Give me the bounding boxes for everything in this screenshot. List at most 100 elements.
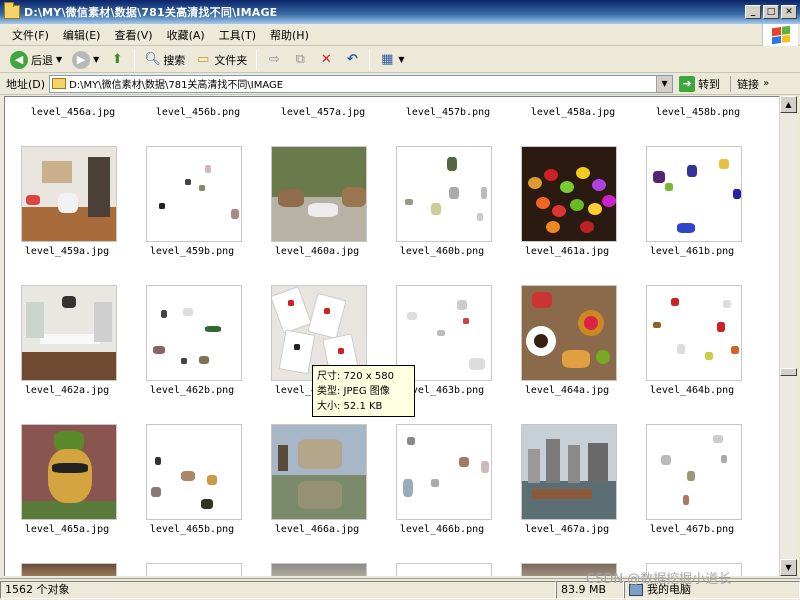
search-button[interactable]: 🔍︎ 搜索: [140, 50, 189, 70]
thumbnail: [521, 424, 617, 520]
file-label: level_467a.jpg: [524, 524, 610, 535]
search-label: 搜索: [163, 53, 186, 67]
file-item[interactable]: level_459b.png: [140, 146, 250, 281]
back-button[interactable]: ◀ 后退 ▼: [6, 49, 66, 71]
thumbnail: [146, 146, 242, 242]
file-label: level_462a.jpg: [24, 385, 110, 396]
windows-logo-icon: [762, 24, 798, 46]
links-button[interactable]: 链接: [730, 75, 759, 92]
file-label[interactable]: level_458a.jpg: [515, 107, 631, 118]
thumbnail: [21, 424, 117, 520]
thumbnail: [271, 146, 367, 242]
scroll-thumb[interactable]: [780, 368, 797, 376]
menu-favorites[interactable]: 收藏(A): [161, 25, 213, 45]
close-button[interactable]: ✕: [781, 5, 797, 19]
chevron-right-icon[interactable]: »: [763, 78, 769, 89]
file-item[interactable]: level_459a.jpg: [15, 146, 125, 281]
file-label: level_465b.png: [149, 524, 235, 535]
move-to-icon: ⇨: [268, 51, 280, 67]
file-label: level_459a.jpg: [24, 246, 110, 257]
file-item[interactable]: level_467a.jpg: [515, 424, 625, 559]
menu-edit[interactable]: 编辑(E): [57, 25, 109, 45]
file-label[interactable]: level_458b.png: [640, 107, 756, 118]
thumbnail: [21, 285, 117, 381]
folders-button[interactable]: ▭ 文件夹: [191, 50, 251, 70]
thumbnail[interactable]: [396, 563, 492, 576]
undo-button[interactable]: ↶: [340, 50, 364, 70]
window-controls: _ □ ✕: [745, 5, 797, 19]
file-item[interactable]: level_466b.png: [390, 424, 500, 559]
thumbnail: [396, 146, 492, 242]
toolbar-divider: [134, 49, 136, 70]
thumbnail: [146, 424, 242, 520]
back-arrow-icon: ◀: [10, 50, 28, 69]
file-label: level_464a.jpg: [524, 385, 610, 396]
chevron-down-icon[interactable]: ▼: [56, 55, 62, 64]
thumbnail: [146, 285, 242, 381]
copy-to-button[interactable]: ⧉: [288, 50, 312, 70]
file-info-tooltip: 尺寸: 720 x 580 类型: JPEG 图像 大小: 52.1 KB: [312, 365, 415, 417]
address-path: D:\MY\微信素材\数据\781关高清找不同\IMAGE: [69, 80, 284, 91]
views-button[interactable]: ▦ ▼: [375, 50, 408, 70]
chevron-down-icon[interactable]: ▼: [656, 75, 673, 92]
move-to-button[interactable]: ⇨: [262, 50, 286, 70]
thumbnail[interactable]: [146, 563, 242, 576]
undo-icon: ↶: [346, 51, 358, 67]
folder-icon: [4, 2, 20, 19]
menu-file[interactable]: 文件(F): [6, 25, 57, 45]
folders-label: 文件夹: [214, 53, 248, 67]
file-item[interactable]: level_464b.png: [640, 285, 750, 420]
file-item[interactable]: level_465b.png: [140, 424, 250, 559]
delete-button[interactable]: ✕: [314, 50, 338, 70]
file-label: level_462b.png: [149, 385, 235, 396]
file-label: level_461a.jpg: [524, 246, 610, 257]
chevron-down-icon[interactable]: ▼: [398, 55, 404, 64]
toolbar-divider: [256, 49, 258, 70]
file-item[interactable]: level_462a.jpg: [15, 285, 125, 420]
file-item[interactable]: level_465a.jpg: [15, 424, 125, 559]
file-label: level_464b.png: [649, 385, 735, 396]
thumbnail: [271, 424, 367, 520]
thumbnail: [646, 424, 742, 520]
file-item[interactable]: level_460a.jpg: [265, 146, 375, 281]
thumbnail[interactable]: [271, 563, 367, 576]
forward-button[interactable]: ▶ ▼: [68, 49, 103, 71]
file-item[interactable]: level_460b.png: [390, 146, 500, 281]
folders-icon: ▭: [197, 51, 210, 67]
window-title: D:\MY\微信素材\数据\781关高清找不同\IMAGE: [24, 6, 278, 19]
back-label: 后退: [31, 53, 53, 67]
vertical-scrollbar[interactable]: ▲ ▼: [779, 96, 797, 576]
file-label[interactable]: level_456b.png: [140, 107, 256, 118]
address-input[interactable]: D:\MY\微信素材\数据\781关高清找不同\IMAGE ▼: [49, 74, 674, 93]
maximize-button[interactable]: □: [763, 5, 779, 19]
thumbnail[interactable]: [21, 563, 117, 576]
menu-bar: 文件(F) 编辑(E) 查看(V) 收藏(A) 工具(T) 帮助(H): [0, 24, 800, 46]
file-item[interactable]: level_466a.jpg: [265, 424, 375, 559]
file-item[interactable]: level_461a.jpg: [515, 146, 625, 281]
file-label[interactable]: level_456a.jpg: [15, 107, 131, 118]
file-label: level_467b.png: [649, 524, 735, 535]
file-view[interactable]: level_456a.jpg level_456b.png level_457a…: [4, 96, 779, 576]
thumbnail: [646, 146, 742, 242]
file-item[interactable]: level_462b.png: [140, 285, 250, 420]
thumbnail: [396, 424, 492, 520]
menu-view[interactable]: 查看(V): [108, 25, 160, 45]
file-label: level_466a.jpg: [274, 524, 360, 535]
file-item[interactable]: level_464a.jpg: [515, 285, 625, 420]
menu-help[interactable]: 帮助(H): [264, 25, 317, 45]
up-button[interactable]: ⬆: [105, 50, 129, 70]
file-label[interactable]: level_457b.png: [390, 107, 506, 118]
thumbnail: [521, 146, 617, 242]
scroll-up-button[interactable]: ▲: [780, 96, 797, 113]
menu-tools[interactable]: 工具(T): [213, 25, 264, 45]
chevron-down-icon[interactable]: ▼: [93, 55, 99, 64]
file-item[interactable]: level_467b.png: [640, 424, 750, 559]
go-label: 转到: [698, 77, 721, 91]
go-button[interactable]: ➜ 转到: [679, 75, 721, 92]
minimize-button[interactable]: _: [745, 5, 761, 19]
file-label[interactable]: level_457a.jpg: [265, 107, 381, 118]
scroll-down-button[interactable]: ▼: [780, 559, 797, 576]
file-item[interactable]: level_461b.png: [640, 146, 750, 281]
delete-icon: ✕: [320, 51, 332, 67]
file-label: level_459b.png: [149, 246, 235, 257]
